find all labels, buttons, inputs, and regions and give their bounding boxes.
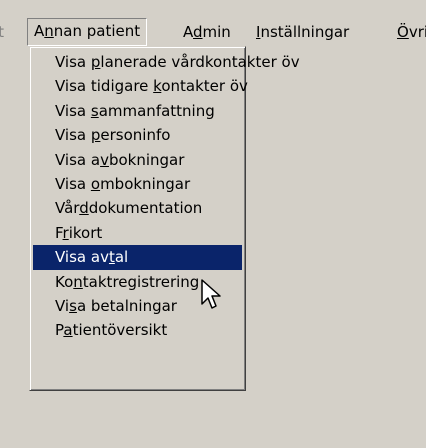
menu-installningar[interactable]: Inställningar — [256, 18, 349, 46]
menu-bar: it Annan patient Admin Inställningar Övr… — [0, 18, 426, 46]
menu-option-visa-betalningar[interactable]: Visa betalningar — [33, 294, 242, 318]
menu-option-visa-ombokningar[interactable]: Visa ombokningar — [33, 172, 242, 196]
menu-option-visa-avbokningar[interactable]: Visa avbokningar — [33, 148, 242, 172]
annan-patient-dropdown: Visa planerade vårdkontakter öv Visa tid… — [29, 46, 300, 391]
menu-option-visa-tidigare-kontakter[interactable]: Visa tidigare kontakter öv — [33, 74, 248, 98]
menu-option-visa-sammanfattning[interactable]: Visa sammanfattning — [33, 99, 242, 123]
menu-annan-patient[interactable]: Annan patient — [27, 18, 148, 46]
menu-item-partial-left[interactable]: it — [0, 18, 4, 46]
menu-ovrig[interactable]: Övrig — [397, 18, 426, 46]
menu-option-visa-avtal[interactable]: Visa avtal — [33, 245, 242, 270]
menu-option-frikort[interactable]: Frikort — [33, 221, 242, 245]
menu-admin[interactable]: Admin — [183, 18, 231, 46]
menu-option-patientoversikt[interactable]: Patientöversikt — [33, 318, 242, 342]
menu-option-varddokumentation[interactable]: Vårddokumentation — [33, 196, 242, 220]
menu-option-kontaktregistrering[interactable]: Kontaktregistrering — [33, 270, 242, 294]
menu-option-visa-planerade-vardkontakter[interactable]: Visa planerade vårdkontakter öv — [33, 50, 300, 74]
menu-option-visa-personinfo[interactable]: Visa personinfo — [33, 123, 242, 147]
window-top-strip — [0, 0, 426, 18]
